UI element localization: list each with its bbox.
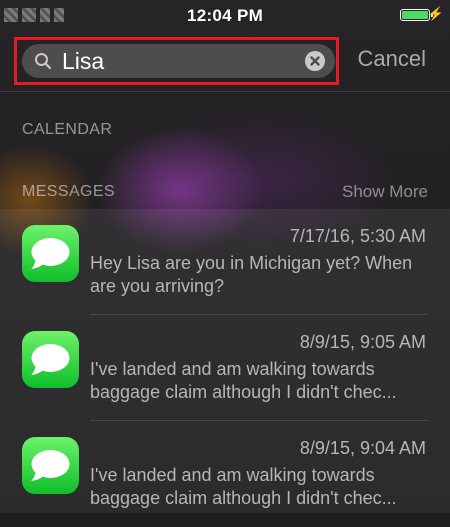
message-preview-line: Hey Lisa are you in Michigan yet? When bbox=[90, 253, 413, 273]
message-preview: I've landed and am walking towards bagga… bbox=[90, 358, 432, 404]
battery-icon bbox=[400, 9, 433, 21]
show-more-button[interactable]: Show More bbox=[342, 182, 428, 202]
calendar-section-header: CALENDAR bbox=[22, 121, 113, 138]
messages-app-icon bbox=[22, 437, 79, 494]
message-result[interactable]: 8/9/15, 9:04 AM I've landed and am walki… bbox=[0, 421, 450, 527]
messages-list: 7/17/16, 5:30 AM Hey Lisa are you in Mic… bbox=[0, 209, 450, 513]
divider bbox=[0, 91, 450, 92]
bolt-icon: ⚡ bbox=[427, 6, 444, 21]
message-preview-line: I've landed and am walking towards bbox=[90, 465, 375, 485]
message-preview: I've landed and am walking towards bagga… bbox=[90, 464, 432, 510]
status-bar: 12:04 PM ⚡ bbox=[0, 0, 450, 30]
message-preview: Hey Lisa are you in Michigan yet? When a… bbox=[90, 252, 432, 298]
messages-app-icon bbox=[22, 225, 79, 282]
message-preview-line: I've landed and am walking towards bbox=[90, 359, 375, 379]
message-result[interactable]: 8/9/15, 9:05 AM I've landed and am walki… bbox=[0, 315, 450, 421]
messages-app-icon bbox=[22, 331, 79, 388]
message-date: 8/9/15, 9:05 AM bbox=[299, 332, 426, 352]
status-time: 12:04 PM bbox=[186, 6, 264, 25]
messages-section-header: MESSAGES bbox=[22, 183, 116, 200]
cancel-button[interactable]: Cancel bbox=[358, 46, 426, 72]
message-result[interactable]: 7/17/16, 5:30 AM Hey Lisa are you in Mic… bbox=[0, 209, 450, 315]
search-highlight-box bbox=[14, 37, 339, 85]
message-date: 7/17/16, 5:30 AM bbox=[289, 226, 426, 246]
search-row: Cancel bbox=[0, 30, 450, 92]
message-preview-line: baggage claim although I didn't chec... bbox=[90, 382, 397, 402]
message-preview-line: baggage claim although I didn't chec... bbox=[90, 488, 397, 508]
message-date: 8/9/15, 9:04 AM bbox=[299, 438, 426, 458]
message-preview-line: are you arriving? bbox=[90, 276, 225, 296]
